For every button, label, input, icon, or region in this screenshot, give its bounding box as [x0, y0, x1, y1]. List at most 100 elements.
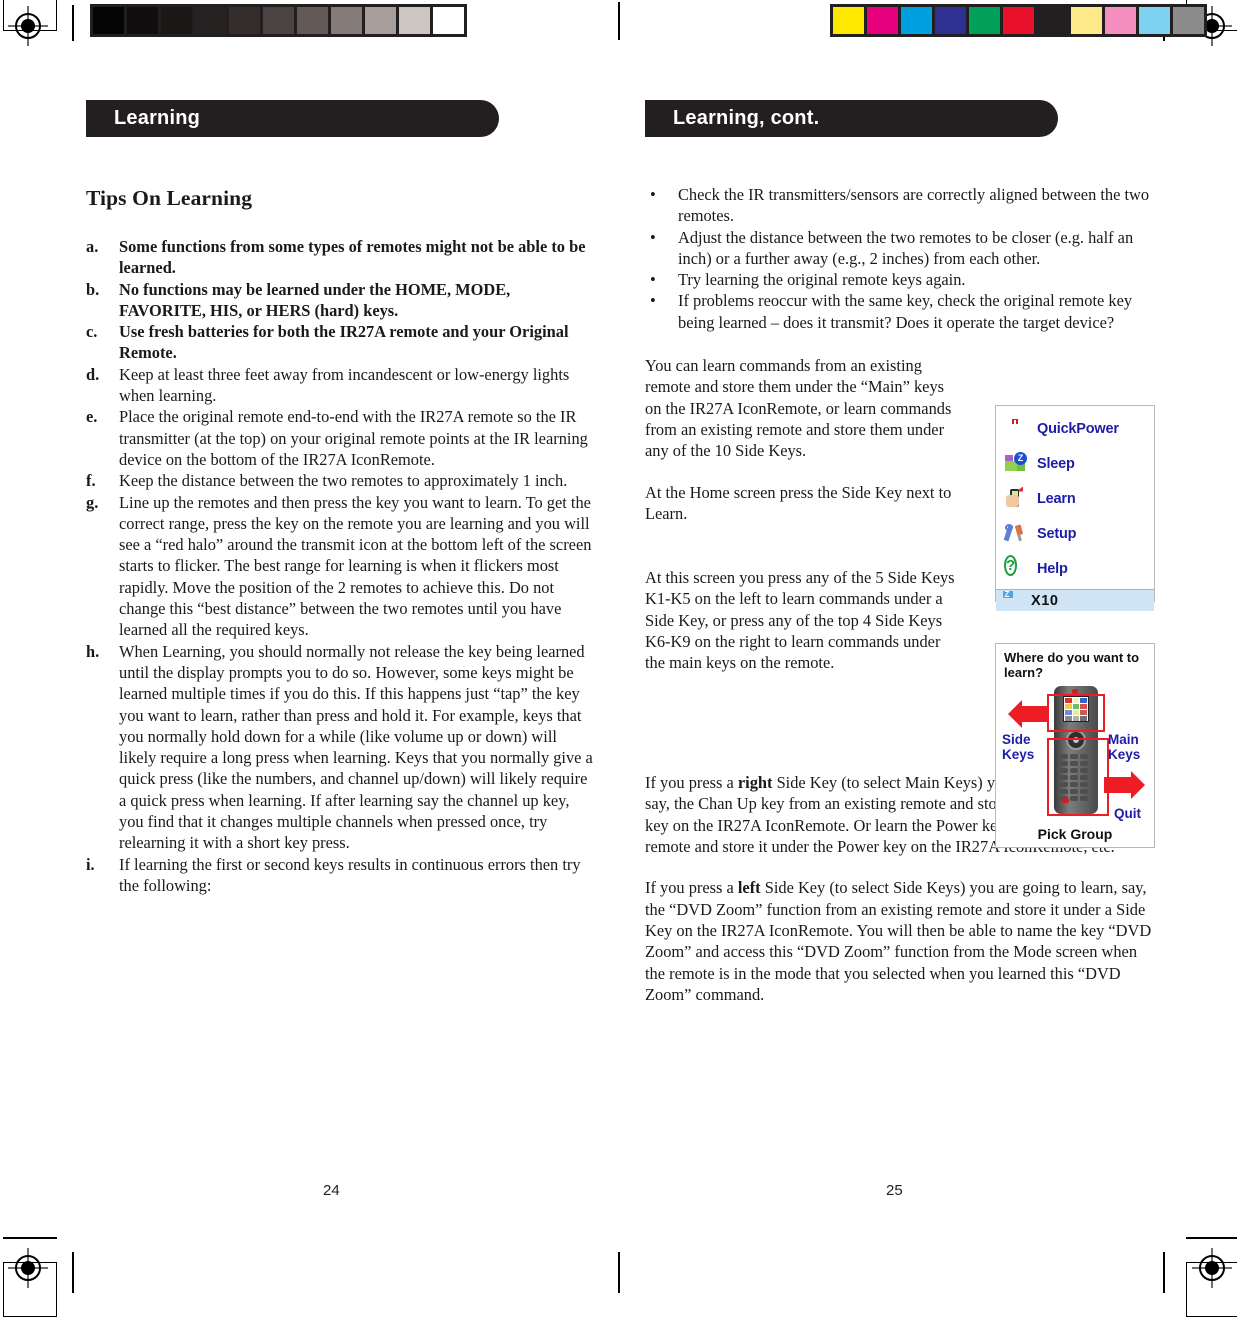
- section-header-learning-cont: Learning, cont.: [645, 100, 1058, 137]
- sleep-couch-icon: Z: [1004, 451, 1028, 476]
- grayscale-swatch: [263, 7, 294, 34]
- bullet-list-item: • If problems reoccur with the same key, …: [645, 290, 1160, 333]
- learn-screenshot-footer: Pick Group: [1037, 826, 1113, 842]
- x10-remote-icon: Z: [1001, 589, 1025, 613]
- help-question-icon: ?: [1004, 554, 1018, 576]
- grayscale-swatch: [297, 7, 328, 34]
- left-page-content: Learning Tips On Learning a. Some functio…: [86, 100, 596, 896]
- tips-list-marker: e.: [86, 407, 98, 427]
- crop-mark-center-top: [618, 2, 620, 40]
- bullet-list-text: If problems reoccur with the same key, c…: [678, 291, 1133, 332]
- tips-list-item: e. Place the original remote end-to-end w…: [86, 406, 596, 470]
- crop-corner-box-bottom-left: [3, 1262, 57, 1317]
- setup-tools-icon: [1003, 522, 1028, 546]
- grayscale-swatch: [365, 7, 396, 34]
- crop-mark-bottom-right-horizontal: [1186, 1237, 1237, 1239]
- tips-list-text: Line up the remotes and then press the k…: [119, 492, 592, 640]
- tips-list-marker: f.: [86, 471, 96, 491]
- tips-list-marker: g.: [86, 492, 99, 512]
- page-title: Tips On Learning: [86, 186, 253, 210]
- section-header-learning: Learning: [86, 100, 499, 137]
- learn-hand-remote-icon: [1004, 486, 1028, 511]
- color-swatch: [1173, 7, 1204, 34]
- label-main-keys-line1: Main: [1108, 732, 1139, 747]
- crop-mark-bottom-left-horizontal: [3, 1237, 57, 1239]
- menu-item-label: Help: [1037, 560, 1068, 577]
- tips-list: a. Some functions from some types of remo…: [86, 236, 596, 896]
- color-swatch: [935, 7, 966, 34]
- crop-mark-bottom-right-vertical: [1163, 1252, 1165, 1293]
- tips-list-text: If learning the first or second keys res…: [119, 854, 581, 895]
- emphasis-right: right: [737, 773, 773, 793]
- label-quit[interactable]: Quit: [1114, 806, 1141, 821]
- paragraph-left-side-key: If you press a left Side Key (to select …: [645, 877, 1160, 1005]
- highlight-side-keys-region: [1047, 694, 1105, 732]
- bullet-dot-icon: •: [650, 291, 656, 311]
- grayscale-swatch: [195, 7, 226, 34]
- tips-list-item: b. No functions may be learned under the …: [86, 279, 596, 322]
- page-number-right: 25: [886, 1182, 903, 1199]
- menu-item-setup[interactable]: Setup: [996, 516, 1154, 551]
- menu-status-row-x10[interactable]: Z X10: [996, 589, 1154, 611]
- color-swatch: [969, 7, 1000, 34]
- menu-item-label: Learn: [1037, 490, 1076, 507]
- bullet-list-text: Try learning the original remote keys ag…: [678, 270, 966, 290]
- color-swatch: [867, 7, 898, 34]
- grayscale-swatch: [399, 7, 430, 34]
- tips-list-marker: a.: [86, 237, 99, 256]
- menu-item-help[interactable]: ? Help: [996, 551, 1154, 586]
- grayscale-swatch: [127, 7, 158, 34]
- tips-list-text: No functions may be learned under the HO…: [119, 279, 511, 320]
- tips-list-item: c. Use fresh batteries for both the IR27A…: [86, 321, 596, 364]
- menu-item-label: Sleep: [1037, 455, 1075, 472]
- bullet-dot-icon: •: [650, 185, 656, 204]
- color-swatch: [833, 7, 864, 34]
- menu-item-quickpower[interactable]: QuickPower: [996, 411, 1154, 446]
- bullet-dot-icon: •: [650, 227, 656, 247]
- color-swatch: [1003, 7, 1034, 34]
- paragraph-left-side-key-before: If you press a: [645, 878, 738, 898]
- grayscale-swatch: [229, 7, 260, 34]
- label-main-keys-line2: Keys: [1108, 747, 1141, 762]
- highlight-main-keys-region: [1047, 738, 1109, 816]
- emphasis-left: left: [737, 878, 761, 898]
- bullet-list-item: • Try learning the original remote keys a…: [645, 269, 1160, 290]
- learn-target-screenshot: Where do you want to learn? Side Keys Ma…: [995, 643, 1155, 848]
- learn-screenshot-title: Where do you want to learn?: [1004, 650, 1140, 680]
- tips-list-marker: i.: [86, 854, 95, 874]
- crop-mark-top-left-vertical: [72, 5, 74, 41]
- bullet-dot-icon: •: [650, 270, 656, 290]
- tips-list-marker: d.: [86, 364, 100, 384]
- menu-item-label: Setup: [1037, 525, 1077, 542]
- tips-list-text: Keep the distance between the two remote…: [119, 471, 568, 491]
- paragraph-right-side-key-before: If you press a: [645, 773, 738, 793]
- crop-corner-box-bottom-right: [1186, 1262, 1237, 1317]
- tips-list-item: f. Keep the distance between the two remo…: [86, 470, 596, 491]
- grayscale-calibration-strip: [90, 4, 467, 37]
- label-side-keys: Side Keys: [1002, 732, 1034, 762]
- tips-list-item: d. Keep at least three feet away from inc…: [86, 364, 596, 407]
- tips-list-item: a. Some functions from some types of remo…: [86, 236, 596, 279]
- tips-list-marker: h.: [86, 641, 100, 661]
- grayscale-swatch: [433, 7, 464, 34]
- page-number-left: 24: [323, 1182, 340, 1199]
- color-swatch: [901, 7, 932, 34]
- color-swatch: [1037, 7, 1068, 34]
- color-swatch: [1105, 7, 1136, 34]
- tips-list-marker: b.: [86, 279, 100, 299]
- tips-list-text: When Learning, you should normally not r…: [119, 641, 593, 853]
- power-icon: [1004, 417, 1028, 441]
- tips-list-marker: c.: [86, 322, 98, 342]
- bullet-list-text: Check the IR transmitters/sensors are co…: [678, 185, 1150, 226]
- menu-item-label: QuickPower: [1037, 420, 1119, 437]
- label-side-keys-line1: Side: [1002, 732, 1031, 747]
- label-side-keys-line2: Keys: [1002, 747, 1035, 762]
- bullet-list-text: Adjust the distance between the two remo…: [678, 227, 1134, 268]
- grayscale-swatch: [161, 7, 192, 34]
- bullet-list-item: • Adjust the distance between the two rem…: [645, 227, 1160, 270]
- menu-item-sleep[interactable]: Z Sleep: [996, 446, 1154, 481]
- menu-item-learn[interactable]: Learn: [996, 481, 1154, 516]
- section-header-label: Learning: [114, 107, 201, 129]
- troubleshooting-bullet-list: • Check the IR transmitters/sensors are c…: [645, 184, 1160, 333]
- section-header-label: Learning, cont.: [673, 107, 820, 129]
